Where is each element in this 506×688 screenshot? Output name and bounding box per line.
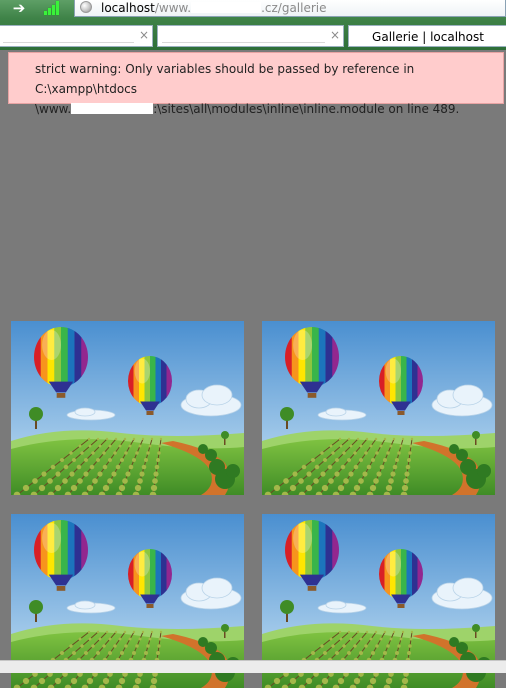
- address-bar[interactable]: localhost/www. .cz/gallerie: [74, 0, 506, 17]
- browser-chrome: ➔ localhost/www. .cz/gallerie × × Galleri…: [0, 0, 506, 50]
- address-url: localhost/www. .cz/gallerie: [101, 1, 327, 15]
- close-icon[interactable]: ×: [330, 28, 340, 42]
- signal-strength-icon: [44, 1, 62, 15]
- redacted-region: [71, 103, 154, 114]
- url-path-prefix: /www.: [154, 1, 192, 15]
- warning-message: strict warning: Only variables should be…: [8, 52, 504, 116]
- balloon-landscape-image: [262, 321, 495, 495]
- warning-path-suffix: :\sites\all\modules\inline\inline.module…: [153, 102, 460, 116]
- tab-title: Gallerie | localhost: [372, 30, 484, 44]
- tab-1[interactable]: ×: [0, 25, 153, 47]
- warning-line-2: \www. :\sites\all\modules\inline\inline.m…: [35, 99, 503, 119]
- tab-2[interactable]: ×: [157, 25, 344, 47]
- tab-title: [162, 30, 325, 43]
- tab-bar: × × Gallerie | localhost: [0, 25, 506, 49]
- status-bar: [0, 660, 506, 673]
- gallery-image[interactable]: [262, 321, 495, 495]
- url-path-suffix: .cz/gallerie: [261, 1, 327, 15]
- redacted-region: [191, 2, 262, 13]
- warning-path-prefix: \www.: [35, 102, 72, 116]
- tab-gallerie[interactable]: Gallerie | localhost: [348, 25, 506, 47]
- gallery-image[interactable]: [11, 321, 244, 495]
- globe-icon: [80, 1, 92, 13]
- warning-line-1: strict warning: Only variables should be…: [35, 62, 415, 96]
- url-host: localhost: [101, 1, 155, 15]
- tab-title: [3, 30, 134, 43]
- forward-arrow-icon[interactable]: ➔: [8, 0, 30, 16]
- balloon-landscape-image: [11, 321, 244, 495]
- close-icon[interactable]: ×: [139, 28, 149, 42]
